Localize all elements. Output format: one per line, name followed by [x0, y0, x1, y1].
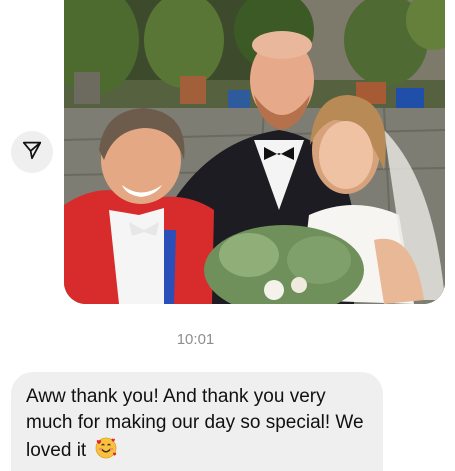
shared-photo [64, 0, 445, 304]
message-text: Aww thank you! And thank you very much f… [26, 386, 364, 461]
smiling-face-with-hearts-icon [94, 436, 118, 468]
message-timestamp: 10:01 [176, 331, 215, 348]
paper-plane-icon [21, 139, 43, 166]
shared-photo-message[interactable] [64, 0, 445, 304]
received-message-bubble[interactable]: Aww thank you! And thank you very much f… [11, 372, 383, 471]
share-button[interactable] [11, 131, 53, 173]
chat-thread: 10:01 Aww thank you! And thank you very … [0, 0, 455, 471]
